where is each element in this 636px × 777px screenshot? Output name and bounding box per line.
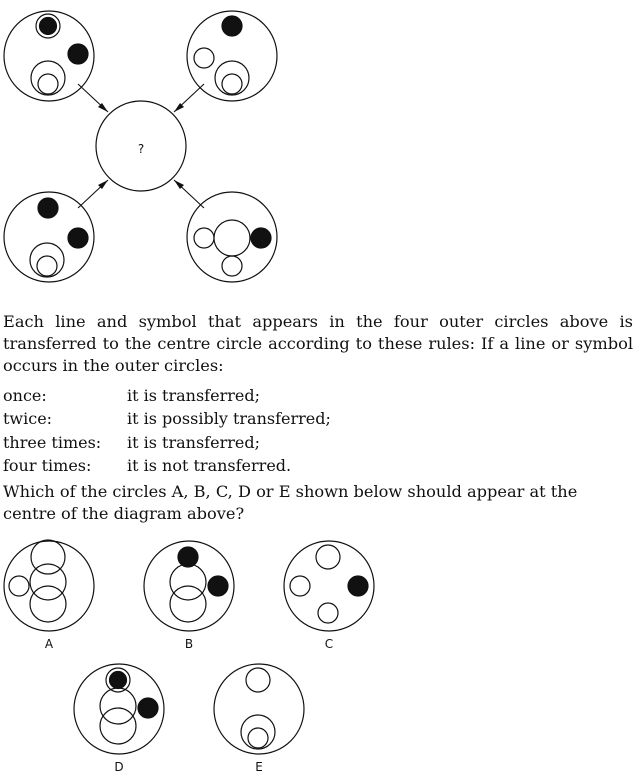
bottom-circle — [29, 585, 67, 623]
black-dot — [37, 197, 59, 219]
black-dot — [347, 575, 369, 597]
small-white-circle — [193, 227, 215, 249]
option-b[interactable]: B — [143, 540, 235, 651]
rule-condition: three times: — [3, 432, 102, 452]
option-d-label: D — [114, 760, 123, 774]
inner-small-circle — [36, 255, 58, 277]
rule-result: it is transferred; — [127, 386, 260, 405]
rule-result: it is transferred; — [127, 432, 260, 452]
black-dot — [67, 43, 89, 65]
option-c-label: C — [325, 637, 333, 651]
inner-small-circle — [37, 73, 59, 95]
black-dot — [108, 670, 128, 690]
option-a[interactable]: A — [3, 539, 95, 651]
middle-circle — [169, 563, 207, 601]
option-e-label: E — [255, 760, 263, 774]
bottom-circle — [99, 707, 137, 745]
small-white-circle — [221, 255, 243, 277]
black-dot — [221, 15, 243, 37]
large-small-circle — [240, 714, 276, 750]
rule-condition: four times: — [3, 455, 92, 475]
option-d[interactable]: D — [73, 663, 165, 774]
black-dot — [250, 227, 272, 249]
black-dot — [137, 697, 159, 719]
medium-circle — [213, 219, 251, 257]
option-a-label: A — [45, 637, 54, 651]
outer-circle-bottom-left — [3, 191, 95, 283]
inner-small-circle — [247, 727, 269, 749]
small-white-circle — [193, 47, 215, 69]
option-c[interactable]: C — [283, 540, 375, 651]
black-dot — [67, 227, 89, 249]
outer-circle-bottom-right — [186, 191, 278, 283]
large-small-circle — [214, 60, 250, 96]
outer-circle-top-left — [3, 10, 95, 102]
top-circle — [245, 667, 271, 693]
rule-row: three times: it is transferred; — [3, 431, 331, 454]
option-e[interactable]: E — [213, 663, 305, 774]
question-paragraph: Which of the circles A, B, C, D or E sho… — [3, 482, 578, 523]
small-white-circle — [8, 575, 30, 597]
rule-condition: twice: — [3, 409, 53, 429]
intro-paragraph: Each line and symbol that appears in the… — [3, 312, 633, 375]
middle-circle — [99, 687, 137, 725]
black-dot — [207, 575, 229, 597]
rule-row: four times: it is not transferred. — [3, 454, 331, 477]
rule-condition: once: — [3, 386, 47, 405]
small-white-circle — [317, 602, 339, 624]
rules-list: once: it is transferred; twice: it is po… — [3, 384, 331, 477]
outer-circle-top-right — [186, 10, 278, 102]
option-b-label: B — [185, 637, 193, 651]
centre-question-mark: ? — [138, 142, 144, 156]
rule-result: it is not transferred. — [127, 455, 292, 475]
small-white-circle — [289, 575, 311, 597]
rule-result: it is possibly transferred; — [127, 409, 331, 429]
large-small-circle — [29, 242, 65, 278]
rule-row: twice: it is possibly transferred; — [3, 407, 331, 430]
top-circle — [315, 544, 341, 570]
large-small-circle — [30, 60, 66, 96]
middle-circle — [29, 563, 67, 601]
black-dot — [38, 16, 58, 36]
rule-row: once: it is transferred; — [3, 384, 331, 407]
centre-circle: ? — [95, 100, 187, 192]
inner-small-circle — [221, 73, 243, 95]
bottom-circle — [169, 585, 207, 623]
